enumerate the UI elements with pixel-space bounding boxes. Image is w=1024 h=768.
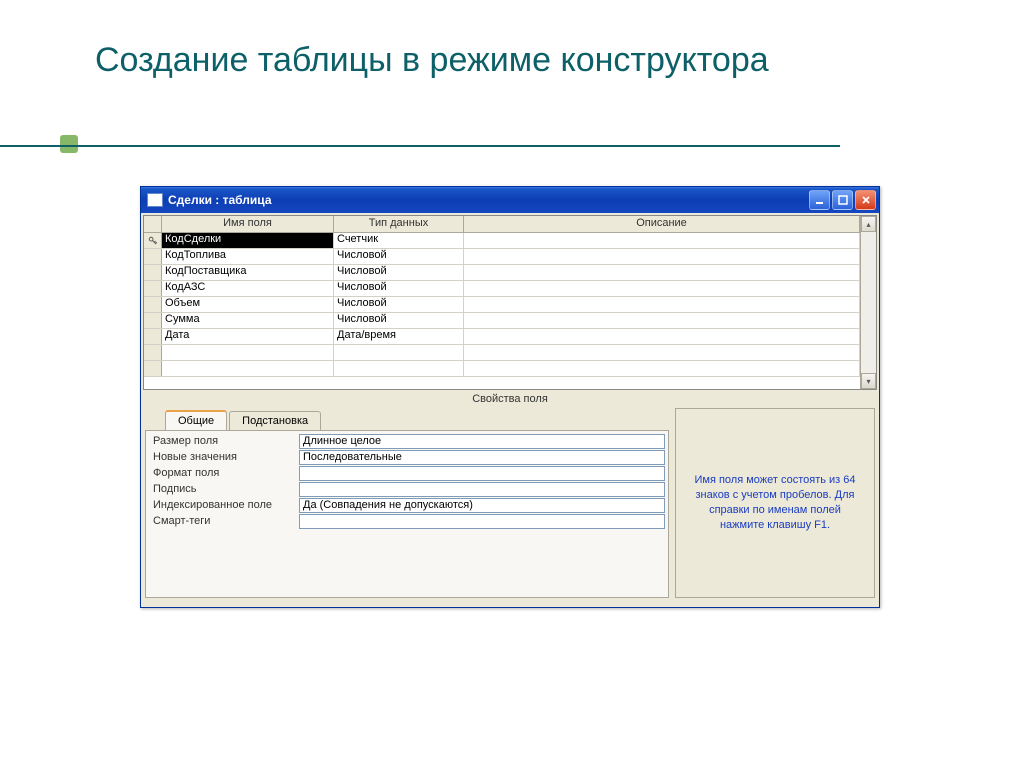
table-row[interactable]: КодПоставщикаЧисловой: [144, 265, 860, 281]
property-value[interactable]: [299, 482, 665, 497]
slide-title: Создание таблицы в режиме конструктора: [95, 40, 769, 81]
property-value[interactable]: Длинное целое: [299, 434, 665, 449]
row-selector[interactable]: [144, 297, 162, 312]
table-row[interactable]: КодАЗСЧисловой: [144, 281, 860, 297]
field-type-cell[interactable]: Числовой: [334, 281, 464, 296]
row-selector[interactable]: [144, 361, 162, 376]
properties-tabs: Общие Подстановка: [145, 408, 669, 430]
field-desc-cell[interactable]: [464, 361, 860, 376]
column-header-desc[interactable]: Описание: [464, 216, 860, 232]
property-label: Формат поля: [149, 466, 299, 482]
window-title: Сделки : таблица: [168, 193, 809, 207]
row-selector[interactable]: [144, 345, 162, 360]
access-table-designer-window: Сделки : таблица Имя поля Тип данных Опи…: [140, 186, 880, 608]
field-desc-cell[interactable]: [464, 345, 860, 360]
fields-grid: Имя поля Тип данных Описание КодСделкиСч…: [143, 215, 877, 390]
field-type-cell[interactable]: Дата/время: [334, 329, 464, 344]
scroll-up-button[interactable]: ▴: [861, 216, 876, 232]
field-desc-cell[interactable]: [464, 313, 860, 328]
close-button[interactable]: [855, 190, 876, 210]
row-selector[interactable]: [144, 313, 162, 328]
minimize-button[interactable]: [809, 190, 830, 210]
table-icon: [147, 193, 163, 207]
row-selector-header[interactable]: [144, 216, 162, 232]
field-desc-cell[interactable]: [464, 281, 860, 296]
scroll-down-button[interactable]: ▾: [861, 373, 876, 389]
field-name-cell[interactable]: КодПоставщика: [162, 265, 334, 280]
field-name-cell[interactable]: КодАЗС: [162, 281, 334, 296]
tab-lookup[interactable]: Подстановка: [229, 411, 321, 430]
property-row: Размер поляДлинное целое: [149, 434, 665, 450]
table-row[interactable]: КодТопливаЧисловой: [144, 249, 860, 265]
field-type-cell[interactable]: Числовой: [334, 249, 464, 264]
property-row: Подпись: [149, 482, 665, 498]
property-value[interactable]: [299, 466, 665, 481]
grid-header: Имя поля Тип данных Описание: [144, 216, 860, 233]
column-header-name[interactable]: Имя поля: [162, 216, 334, 232]
tab-general[interactable]: Общие: [165, 410, 227, 430]
property-row: Формат поля: [149, 466, 665, 482]
help-text: Имя поля может состоять из 64 знаков с у…: [686, 473, 864, 532]
field-desc-cell[interactable]: [464, 249, 860, 264]
property-value[interactable]: Да (Совпадения не допускаются): [299, 498, 665, 513]
property-label: Подпись: [149, 482, 299, 498]
field-type-cell[interactable]: Числовой: [334, 313, 464, 328]
table-row[interactable]: [144, 361, 860, 377]
field-name-cell[interactable]: Сумма: [162, 313, 334, 328]
primary-key-icon: [148, 236, 158, 246]
help-panel: Имя поля может состоять из 64 знаков с у…: [675, 408, 875, 598]
field-desc-cell[interactable]: [464, 265, 860, 280]
window-controls: [809, 190, 876, 210]
property-label: Смарт-теги: [149, 514, 299, 530]
table-row[interactable]: КодСделкиСчетчик: [144, 233, 860, 249]
properties-table: Размер поляДлинное целоеНовые значенияПо…: [145, 430, 669, 598]
row-selector[interactable]: [144, 281, 162, 296]
row-selector[interactable]: [144, 249, 162, 264]
field-name-cell[interactable]: КодСделки: [162, 233, 334, 248]
field-desc-cell[interactable]: [464, 233, 860, 248]
field-name-cell[interactable]: [162, 345, 334, 360]
table-row[interactable]: [144, 345, 860, 361]
titlebar[interactable]: Сделки : таблица: [141, 187, 879, 213]
property-value[interactable]: [299, 514, 665, 529]
field-type-cell[interactable]: [334, 345, 464, 360]
row-selector[interactable]: [144, 233, 162, 248]
property-value[interactable]: Последовательные: [299, 450, 665, 465]
property-label: Размер поля: [149, 434, 299, 450]
column-header-type[interactable]: Тип данных: [334, 216, 464, 232]
field-desc-cell[interactable]: [464, 297, 860, 312]
field-type-cell[interactable]: Счетчик: [334, 233, 464, 248]
field-properties-pane: Общие Подстановка Размер поляДлинное цел…: [145, 408, 875, 598]
scroll-track[interactable]: [861, 232, 876, 373]
field-desc-cell[interactable]: [464, 329, 860, 344]
field-name-cell[interactable]: КодТоплива: [162, 249, 334, 264]
property-row: Индексированное полеДа (Совпадения не до…: [149, 498, 665, 514]
property-label: Индексированное поле: [149, 498, 299, 514]
field-name-cell[interactable]: Дата: [162, 329, 334, 344]
property-row: Смарт-теги: [149, 514, 665, 530]
field-name-cell[interactable]: [162, 361, 334, 376]
row-selector[interactable]: [144, 329, 162, 344]
table-row[interactable]: СуммаЧисловой: [144, 313, 860, 329]
field-properties-label: Свойства поля: [141, 390, 879, 408]
vertical-scrollbar[interactable]: ▴ ▾: [860, 216, 876, 389]
table-row[interactable]: ОбъемЧисловой: [144, 297, 860, 313]
field-type-cell[interactable]: Числовой: [334, 265, 464, 280]
table-row[interactable]: ДатаДата/время: [144, 329, 860, 345]
field-type-cell[interactable]: Числовой: [334, 297, 464, 312]
field-name-cell[interactable]: Объем: [162, 297, 334, 312]
slide-bullet: [60, 135, 78, 153]
slide-divider: [0, 145, 840, 147]
maximize-button[interactable]: [832, 190, 853, 210]
property-label: Новые значения: [149, 450, 299, 466]
property-row: Новые значенияПоследовательные: [149, 450, 665, 466]
row-selector[interactable]: [144, 265, 162, 280]
field-type-cell[interactable]: [334, 361, 464, 376]
